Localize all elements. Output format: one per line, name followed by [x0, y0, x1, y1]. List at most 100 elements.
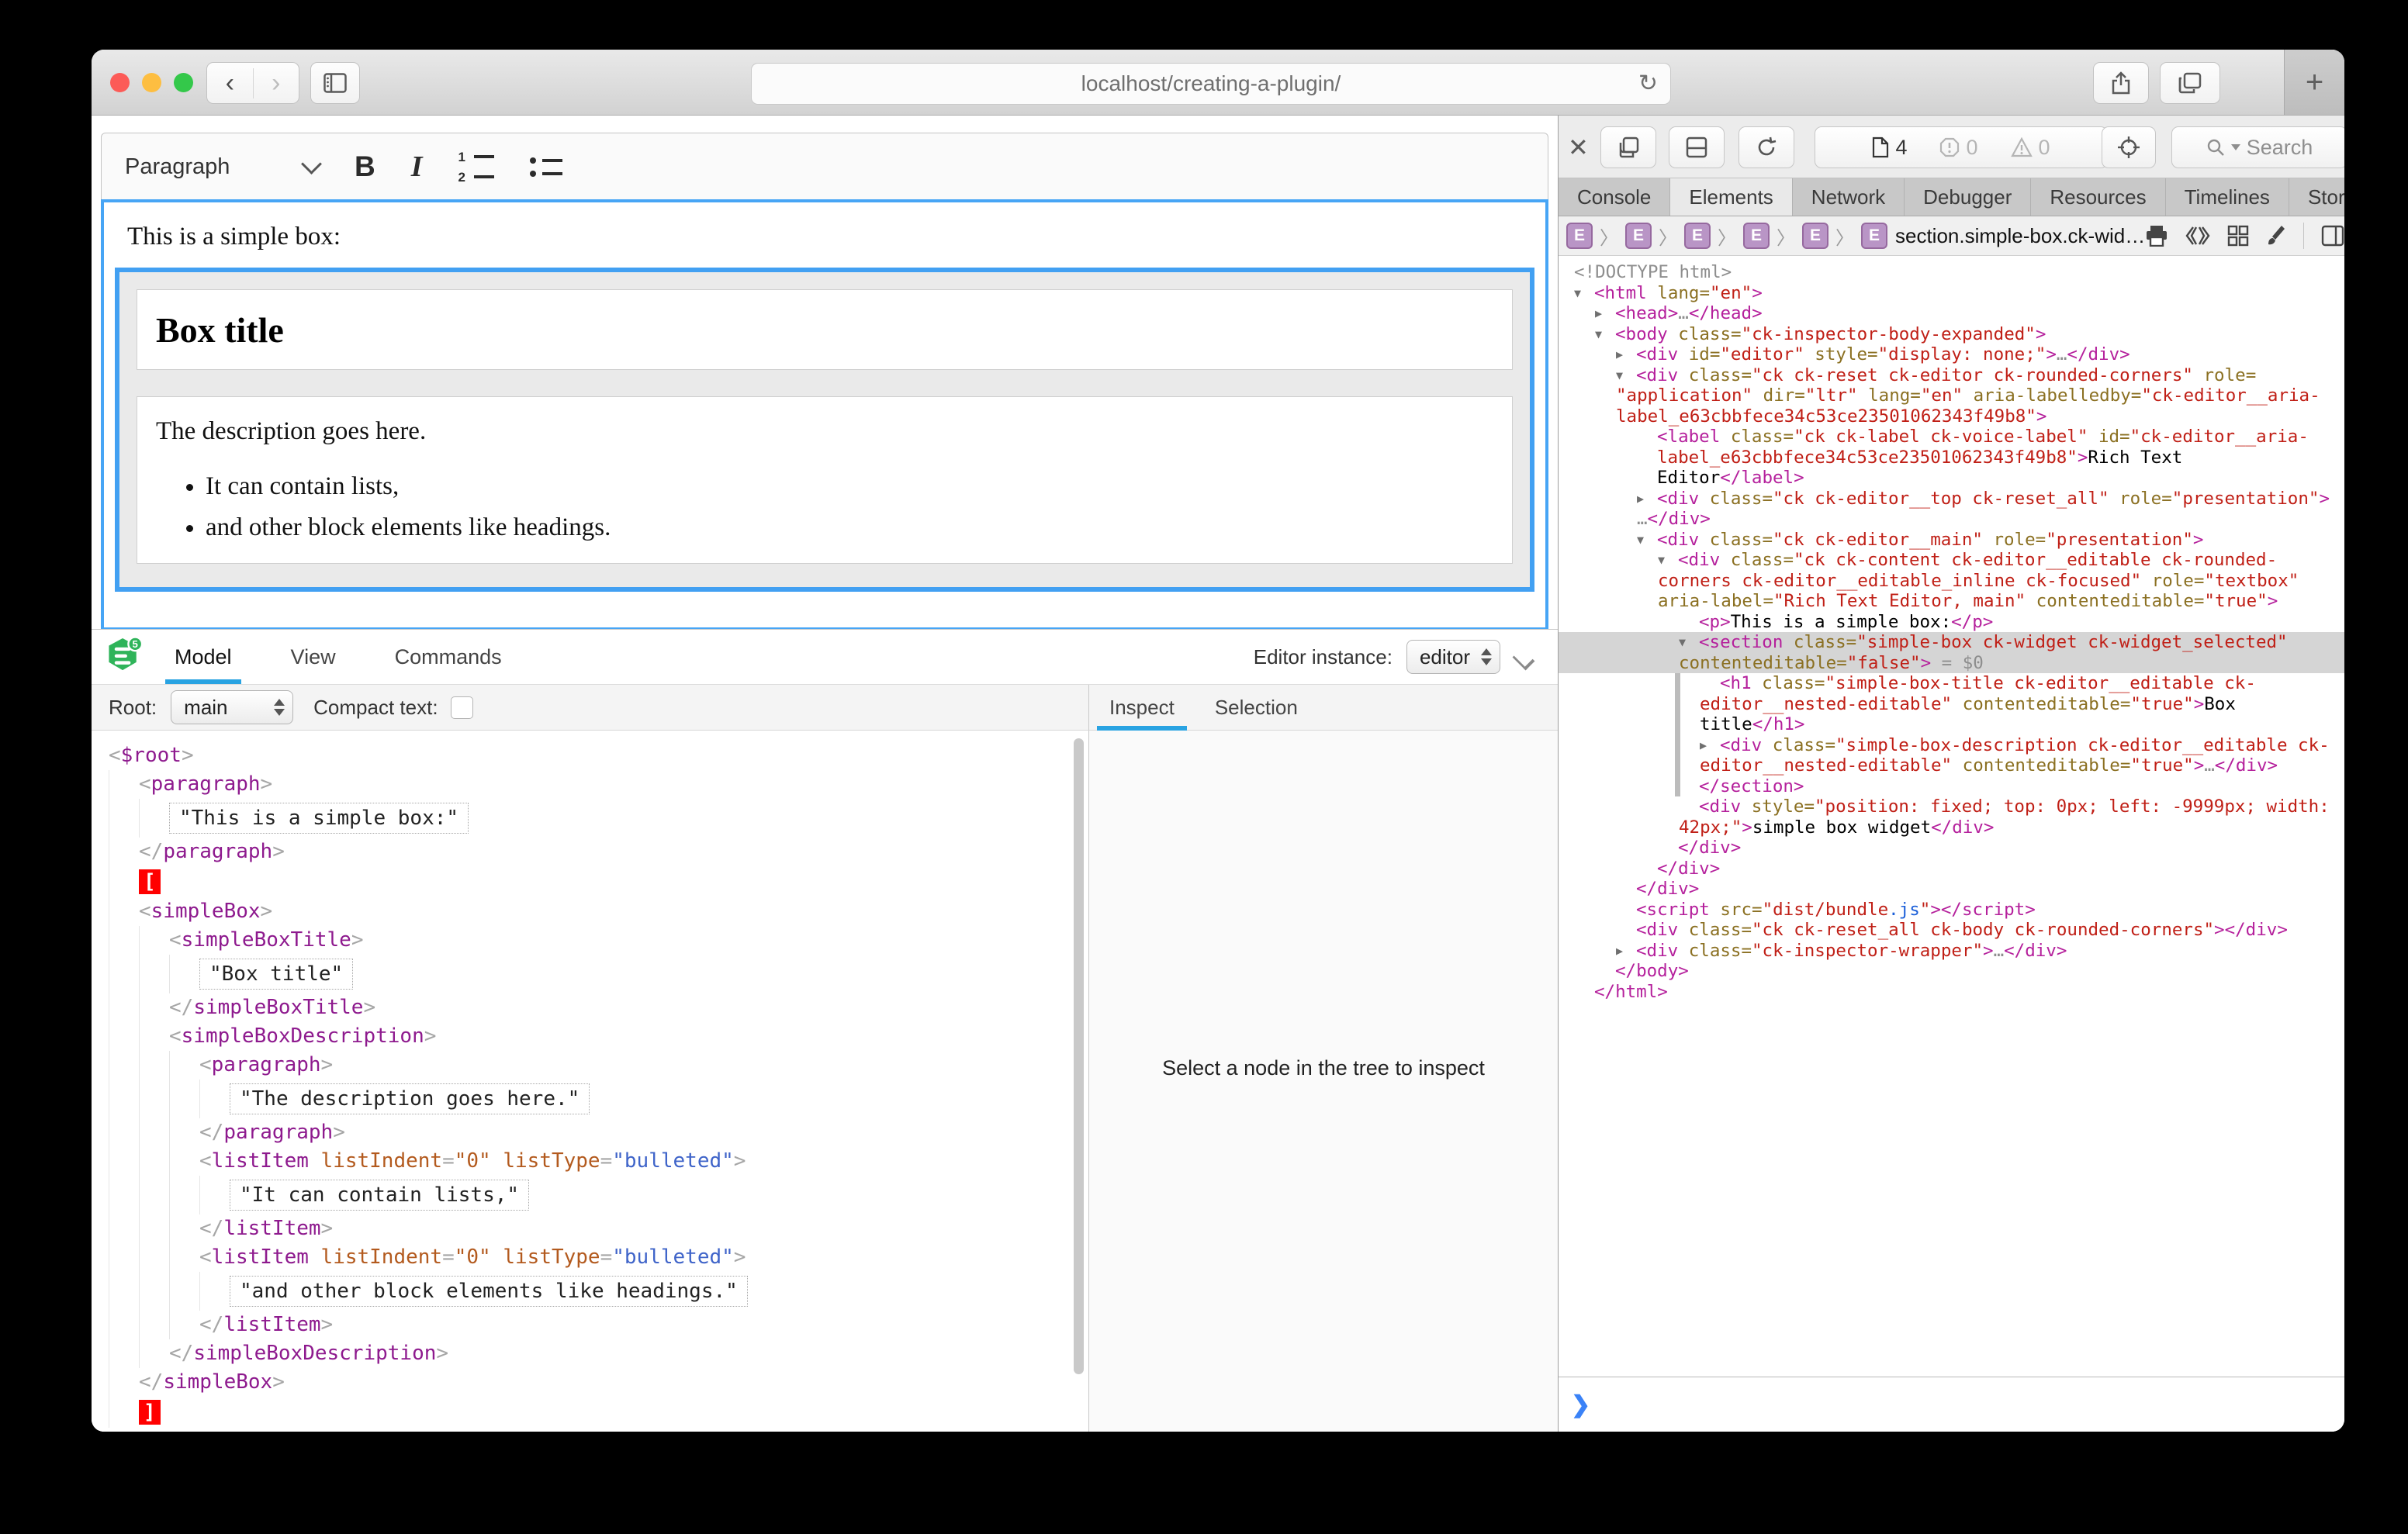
forward-button[interactable]: ›	[253, 68, 299, 98]
dom-tree-line[interactable]: "application" dir="ltr" lang="en" aria-l…	[1559, 385, 2344, 406]
model-tree-line[interactable]: <simpleBoxTitle>	[109, 926, 1088, 955]
model-tree-line[interactable]: <listItem listIndent="0" listType="bulle…	[109, 1243, 1088, 1272]
tab-resources[interactable]: Resources	[2031, 178, 2165, 216]
dom-tree-line[interactable]: ▶<div class="ck-inspector-wrapper">…</di…	[1559, 941, 2344, 962]
dock-bottom-button[interactable]	[1669, 126, 1725, 168]
disclosure-collapsed-icon[interactable]: ▶	[1700, 735, 1720, 756]
minimize-window-button[interactable]	[142, 73, 161, 92]
reload-page-button[interactable]	[1739, 126, 1794, 168]
tab-inspect[interactable]: Inspect	[1098, 685, 1185, 730]
tab-timelines[interactable]: Timelines	[2166, 178, 2289, 216]
model-tree-scrollbar[interactable]	[1074, 738, 1084, 1374]
simple-box-title[interactable]: Box title	[137, 289, 1513, 370]
model-tree-line[interactable]: <simpleBox>	[109, 897, 1088, 926]
model-tree-line[interactable]: "It can contain lists,"	[109, 1176, 1088, 1214]
numbered-list-button[interactable]: 1 2	[458, 150, 494, 184]
dom-tree-line[interactable]: label_e63cbbfece34c53ce23501062343f49b8"…	[1559, 447, 2344, 468]
collapse-inspector-icon[interactable]	[1514, 650, 1538, 664]
model-tree-line[interactable]: [	[109, 866, 1088, 897]
model-tree-line[interactable]: "This is a simple box:"	[109, 799, 1088, 838]
element-crumb[interactable]: E	[1861, 223, 1887, 249]
print-styles-icon[interactable]	[2145, 225, 2168, 247]
disclosure-expanded-icon[interactable]: ▼	[1679, 632, 1699, 653]
model-tree-line[interactable]: </paragraph>	[109, 1118, 1088, 1147]
description-paragraph[interactable]: The description goes here.	[156, 417, 1493, 446]
disclosure-expanded-icon[interactable]: ▼	[1637, 530, 1657, 551]
close-devtools-button[interactable]: ✕	[1568, 133, 1589, 162]
model-tree-line[interactable]: <paragraph>	[109, 1051, 1088, 1080]
disclosure-collapsed-icon[interactable]: ▶	[1595, 303, 1615, 324]
dom-tree-line[interactable]: ▶<head>…</head>	[1559, 303, 2344, 324]
model-tree-line[interactable]: </$root>	[109, 1428, 1088, 1432]
element-crumb[interactable]: E	[1625, 223, 1652, 249]
dom-tree-line[interactable]: ▶<div class="ck ck-editor__top ck-reset_…	[1559, 489, 2344, 510]
dom-tree-line[interactable]: …</div>	[1559, 509, 2344, 530]
disclosure-expanded-icon[interactable]: ▼	[1595, 324, 1615, 345]
model-tree-line[interactable]: </simpleBoxTitle>	[109, 993, 1088, 1022]
back-button[interactable]: ‹	[207, 68, 253, 98]
appearance-brush-icon[interactable]	[2266, 224, 2286, 247]
share-button[interactable]	[2093, 62, 2149, 104]
dom-tree-line[interactable]: <div style="position: fixed; top: 0px; l…	[1559, 796, 2344, 817]
model-tree-line[interactable]: </paragraph>	[109, 838, 1088, 866]
dom-tree-line[interactable]: contenteditable="false"> = $0	[1559, 653, 2344, 674]
reload-icon[interactable]: ↻	[1638, 70, 1658, 97]
source-code-icon[interactable]	[2185, 226, 2210, 246]
tab-elements[interactable]: Elements	[1670, 178, 1792, 216]
simple-box-description[interactable]: The description goes here. It can contai…	[137, 396, 1513, 564]
disclosure-collapsed-icon[interactable]: ▶	[1616, 941, 1636, 962]
model-tree-line[interactable]: "Box title"	[109, 955, 1088, 993]
model-tree-line[interactable]: ]	[109, 1397, 1088, 1428]
rich-text-editable[interactable]: This is a simple box: Box title The desc…	[101, 199, 1548, 631]
address-bar[interactable]: localhost/creating-a-plugin/ ↻	[751, 63, 1671, 105]
editor-instance-select[interactable]: editor	[1406, 640, 1500, 674]
dom-tree-line[interactable]: <p>This is a simple box:</p>	[1559, 612, 2344, 633]
new-tab-button[interactable]: +	[2284, 50, 2344, 115]
tab-model[interactable]: Model	[165, 630, 241, 684]
dom-tree-line[interactable]: </body>	[1559, 961, 2344, 982]
model-tree-line[interactable]: <simpleBoxDescription>	[109, 1022, 1088, 1051]
dom-tree-line[interactable]: </div>	[1559, 859, 2344, 879]
italic-button[interactable]: I	[411, 150, 423, 184]
layout-grid-icon[interactable]	[2227, 225, 2249, 247]
disclosure-expanded-icon[interactable]: ▼	[1658, 550, 1678, 571]
tab-debugger[interactable]: Debugger	[1905, 178, 2031, 216]
disclosure-expanded-icon[interactable]: ▼	[1616, 365, 1636, 386]
tab-selection[interactable]: Selection	[1204, 685, 1309, 730]
dom-tree-line[interactable]: ▼<div class="ck ck-reset ck-editor ck-ro…	[1559, 365, 2344, 386]
list-item[interactable]: and other block elements like headings.	[206, 513, 1493, 542]
devtools-search[interactable]: Search	[2171, 126, 2344, 168]
zoom-window-button[interactable]	[174, 73, 193, 92]
tab-console[interactable]: Console	[1559, 178, 1670, 216]
dom-tree-line[interactable]: <script src="dist/bundle.js"></script>	[1559, 900, 2344, 921]
dom-tree-line[interactable]: ▼<body class="ck-inspector-body-expanded…	[1559, 324, 2344, 345]
sidebar-button[interactable]	[310, 62, 360, 104]
dock-side-button[interactable]	[1600, 126, 1656, 168]
dom-tree-line[interactable]: 42px;">simple box widget</div>	[1559, 817, 2344, 838]
dom-tree-line[interactable]: ▼<section class="simple-box ck-widget ck…	[1559, 632, 2344, 653]
model-tree-line[interactable]: </simpleBoxDescription>	[109, 1339, 1088, 1368]
tab-storage[interactable]: Storage	[2289, 178, 2344, 216]
dom-tree-line[interactable]: </div>	[1559, 879, 2344, 900]
dom-tree-line[interactable]: ▼<div class="ck ck-editor__main" role="p…	[1559, 530, 2344, 551]
dom-tree-line[interactable]: <!DOCTYPE html>	[1559, 262, 2344, 283]
tab-overview-button[interactable]	[2160, 62, 2220, 104]
tab-commands[interactable]: Commands	[386, 630, 511, 684]
dom-tree-line[interactable]: </html>	[1559, 982, 2344, 1003]
element-crumb[interactable]: E	[1743, 223, 1770, 249]
current-node-crumb[interactable]: section.simple-box.ck-wid…	[1895, 224, 2145, 248]
element-crumb[interactable]: E	[1684, 223, 1711, 249]
disclosure-collapsed-icon[interactable]: ▶	[1616, 344, 1636, 365]
model-tree-line[interactable]: "and other block elements like headings.…	[109, 1272, 1088, 1311]
dom-tree-line[interactable]: </div>	[1559, 838, 2344, 859]
disclosure-expanded-icon[interactable]: ▼	[1574, 283, 1594, 304]
dom-tree-line[interactable]: aria-label="Rich Text Editor, main" cont…	[1559, 591, 2344, 612]
bulleted-list-button[interactable]	[530, 157, 562, 177]
model-tree-line[interactable]: <paragraph>	[109, 770, 1088, 799]
model-tree-line[interactable]: <listItem listIndent="0" listType="bulle…	[109, 1147, 1088, 1176]
box-title-heading[interactable]: Box title	[156, 309, 284, 351]
dom-tree-line[interactable]: Editor</label>	[1559, 468, 2344, 489]
compact-text-checkbox[interactable]	[451, 696, 473, 719]
heading-dropdown[interactable]: Paragraph	[125, 154, 319, 180]
details-sidebar-icon[interactable]	[2321, 225, 2344, 247]
